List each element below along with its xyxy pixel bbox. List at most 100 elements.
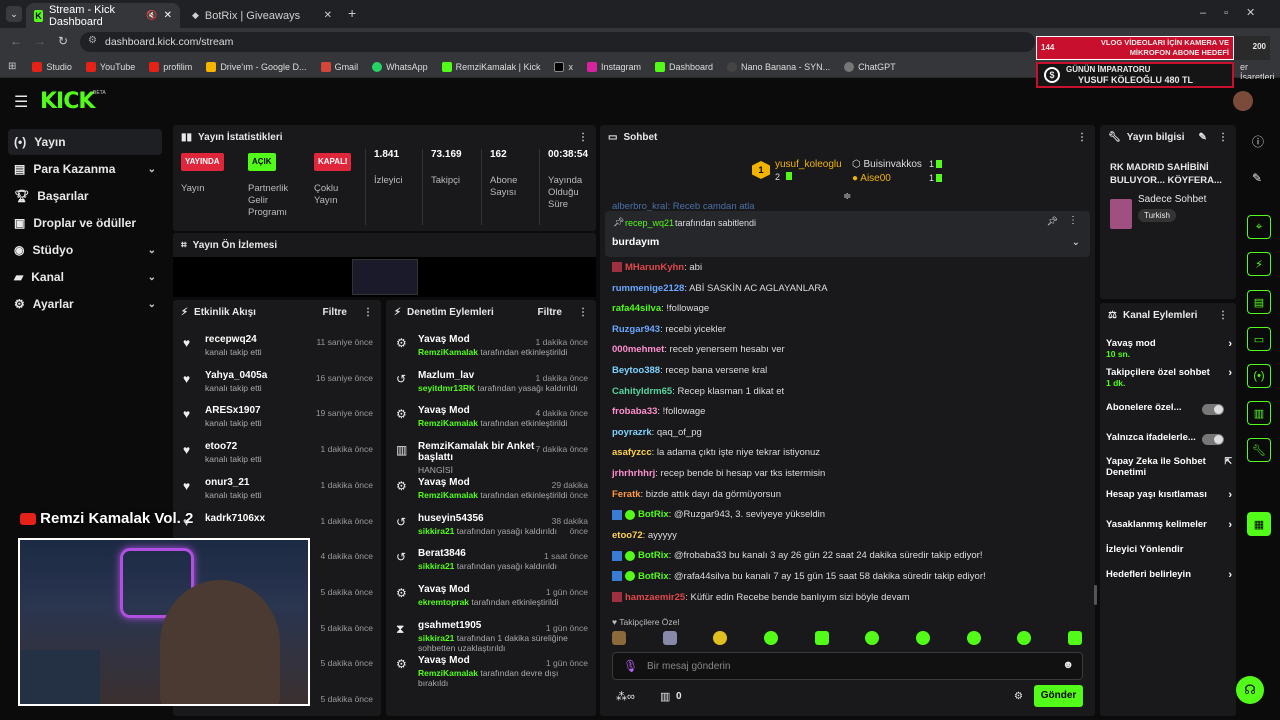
activity-item[interactable]: ♥ ARESx1907 kanalı takip etti 19 saniye önc…	[173, 405, 381, 439]
bookmark-gmail[interactable]: Gmail	[320, 61, 358, 72]
chat-tool-button[interactable]: ▭	[1247, 327, 1271, 351]
url-field[interactable]: ⚙ dashboard.kick.com/stream	[80, 32, 1035, 52]
moderation-item[interactable]: ⚙ Yavaş Mod RemziKamalak tarafından etkinl…	[386, 477, 596, 511]
category-name[interactable]: Sadece Sohbet	[1138, 194, 1206, 205]
language-tag[interactable]: Turkish	[1138, 209, 1176, 222]
moderation-actor[interactable]: RemziKamalak	[418, 418, 478, 428]
tab-search-icon[interactable]: ⌄	[6, 6, 22, 22]
sidebar-item-ayarlar[interactable]: ⚙ Ayarlar ⌄	[8, 291, 162, 317]
activity-item[interactable]: ♥ etoo72 kanalı takip etti 1 dakika önce	[173, 441, 381, 475]
chat-username[interactable]: rummenige2128	[612, 283, 684, 294]
chat-settings-icon[interactable]: ⚙	[1014, 691, 1023, 702]
activity-item[interactable]: ♥ recepwq24 kanalı takip etti 11 saniye önc…	[173, 334, 381, 368]
emote-icon[interactable]	[865, 631, 880, 645]
site-info-icon[interactable]: ⚙	[88, 35, 97, 46]
top-gifter-1[interactable]: yusuf_koleoglu	[775, 159, 842, 170]
menu-icon[interactable]: ☰	[14, 92, 28, 112]
bookmark-kick[interactable]: RemziKamalak | Kick	[441, 61, 540, 72]
more-icon[interactable]: ⋮	[363, 307, 373, 318]
channel-points-icon[interactable]: ⁂∞	[616, 690, 635, 703]
chat-input[interactable]: 🎙︎ Bir mesaj gönderin ☻	[612, 652, 1083, 680]
more-icon[interactable]: ⋮	[578, 307, 588, 318]
toggle-switch[interactable]	[1202, 434, 1224, 445]
chat-username[interactable]: jrhrhrhhrj	[612, 468, 655, 479]
sidebar-item-kanal[interactable]: ▰ Kanal ⌄	[8, 264, 162, 290]
more-icon[interactable]: ⋮	[578, 132, 588, 143]
moderation-actor[interactable]: RemziKamalak	[418, 668, 478, 678]
emote-icon[interactable]	[612, 631, 626, 645]
chat-username[interactable]: MHarunKyhn	[625, 262, 684, 273]
moderation-actor[interactable]: sikkira21	[418, 633, 454, 643]
more-icon[interactable]: ⋮	[1218, 310, 1228, 321]
top-gifter-3[interactable]: ● Aise00	[852, 173, 891, 184]
edit-icon[interactable]: ✎	[1252, 171, 1262, 185]
channel-action-item[interactable]: Yasaklanmış kelimeler ›	[1106, 519, 1232, 531]
channel-action-item[interactable]: Yapay Zeka ile Sohbet Denetimi ⇱	[1106, 456, 1232, 478]
chat-scrollbar[interactable]	[1094, 585, 1097, 605]
edit-icon[interactable]: ✎	[1199, 132, 1207, 143]
bookmark-nano-banana[interactable]: Nano Banana - SYN...	[727, 61, 830, 72]
chat-username[interactable]: hamzaemir25	[625, 592, 685, 603]
emote-icon[interactable]	[763, 631, 778, 645]
more-icon[interactable]: ⋮	[1068, 215, 1078, 226]
emote-icon[interactable]	[662, 631, 677, 645]
channel-action-item[interactable]: Hedefleri belirleyin ›	[1106, 569, 1232, 581]
pinned-message[interactable]: 📌︎ recep_wq21 tarafından sabitlendi burd…	[605, 211, 1090, 257]
moderation-item[interactable]: ⧗ gsahmet1905 sikkira21 tarafından 1 dakik…	[386, 620, 596, 654]
emote-icon[interactable]	[1017, 631, 1032, 645]
more-icon[interactable]: ⋮	[1077, 132, 1087, 143]
wrench-tool-button[interactable]: 🔧︎	[1247, 438, 1271, 462]
mute-icon[interactable]: 🔇	[146, 10, 157, 21]
info-icon[interactable]: ⓘ	[1252, 133, 1264, 150]
channel-action-item[interactable]: Yavaş mod 10 sn. ›	[1106, 338, 1232, 359]
moderation-actor[interactable]: RemziKamalak	[418, 490, 478, 500]
bookmark-youtube[interactable]: YouTube	[85, 61, 135, 72]
moderation-actor[interactable]: sikkira21	[418, 526, 454, 536]
emote-icon[interactable]	[713, 631, 728, 645]
chat-username[interactable]: etoo72	[612, 530, 643, 541]
moderation-item[interactable]: ↺ Berat3846 sikkira21 tarafından yasağı ka…	[386, 548, 596, 582]
broadcast-tool-button[interactable]: (•)	[1247, 364, 1271, 388]
moderation-item[interactable]: ⚙ Yavaş Mod ekremtoprak tarafından etkinle…	[386, 584, 596, 618]
tab-botrix[interactable]: ◆ BotRix | Giveaways ✕	[184, 3, 340, 28]
moderation-actor[interactable]: sikkira21	[418, 561, 454, 571]
emote-icon[interactable]	[814, 631, 829, 645]
chat-username[interactable]: Ruzgar943	[612, 324, 660, 335]
moderation-actor[interactable]: RemziKamalak	[418, 347, 478, 357]
clip-tool-button[interactable]: ⌖	[1247, 215, 1271, 239]
preview-frame[interactable]	[173, 257, 596, 297]
chat-username[interactable]: asafyzcc	[612, 447, 652, 458]
emote-icon[interactable]	[966, 631, 981, 645]
bookmark-studio[interactable]: Studio	[32, 61, 72, 72]
game-tool-button[interactable]: ▦	[1247, 512, 1271, 536]
moderation-actor[interactable]: ekremtoprak	[418, 597, 469, 607]
unpin-icon[interactable]: 📌︎	[1047, 216, 1058, 227]
reload-icon[interactable]: ↻	[58, 34, 68, 48]
avatar[interactable]	[1233, 91, 1253, 111]
sidebar-item-para-kazanma[interactable]: ▤ Para Kazanma ⌄	[8, 156, 162, 182]
support-headset-button[interactable]: ☊	[1236, 676, 1264, 704]
notes-button[interactable]: ▤	[1247, 290, 1271, 314]
chat-username[interactable]: Beytoo388	[612, 365, 660, 376]
quick-action-button[interactable]: ⚡︎	[1247, 252, 1271, 276]
new-tab-icon[interactable]: +	[348, 5, 356, 21]
bookmark-drive[interactable]: Drive'ım - Google D...	[206, 61, 307, 72]
moderation-item[interactable]: ⚙ Yavaş Mod RemziKamalak tarafından etkinl…	[386, 334, 596, 368]
apps-grid-icon[interactable]: ⊞	[8, 61, 16, 72]
sidebar-item-studyo[interactable]: ◉ Stüdyo ⌄	[8, 237, 162, 263]
toggle-switch[interactable]	[1202, 404, 1224, 415]
bookmark-profilim[interactable]: profilim	[149, 61, 192, 72]
emoji-icon[interactable]: ☻	[1062, 659, 1074, 671]
sidebar-item-basarilar[interactable]: 🏆︎ Başarılar	[8, 183, 162, 209]
chat-username[interactable]: 000mehmet	[612, 344, 664, 355]
chat-username[interactable]: BotRix	[638, 571, 669, 582]
store-icon[interactable]: ▥	[660, 690, 670, 703]
kick-logo[interactable]: KICK	[40, 89, 95, 114]
forward-icon[interactable]: →	[34, 34, 46, 48]
close-tab-icon[interactable]: ✕	[164, 10, 172, 21]
chat-username[interactable]: BotRix	[638, 550, 669, 561]
moderation-item[interactable]: ▥ RemziKamalak bir Anket başlattı HANGİSİ…	[386, 441, 596, 475]
emote-icon[interactable]	[1067, 631, 1082, 645]
chat-username[interactable]: poyrazrk	[612, 427, 652, 438]
channel-action-item[interactable]: Takipçilere özel sohbet 1 dk. ›	[1106, 367, 1232, 388]
